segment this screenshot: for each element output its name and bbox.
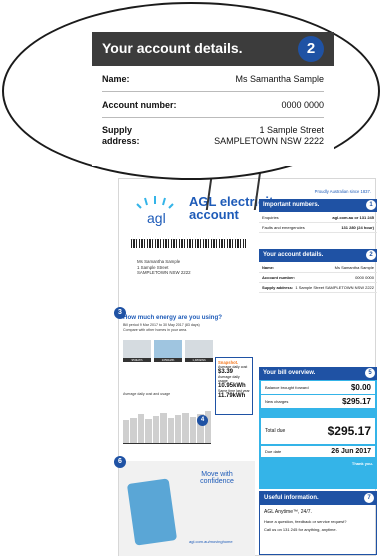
move-promo: 6 Move with confidence agl.com.au/moving…: [114, 456, 255, 556]
badge-6: 6: [114, 456, 126, 468]
bill-overview-header: Your bill overview.: [259, 367, 377, 380]
snapshot-box: Snapshot. Average daily cost $3.39 Avera…: [215, 357, 253, 415]
account-number-value: 0000 0000: [281, 100, 324, 110]
last-year-value: 11.79kWh: [218, 393, 246, 399]
useful-information: Useful information. 7 AGL Anytime™, 24/7…: [259, 491, 377, 555]
badge-3: 3: [114, 307, 126, 319]
supply-address-field: Supply address: 1 Sample Street SAMPLETO…: [102, 125, 324, 147]
info-row: Enquiries agl.com.au or 131 245: [259, 213, 377, 223]
account-number-label: Account number:: [102, 100, 177, 110]
energy-usage-section: 3 How much energy are you using? Bill pe…: [114, 307, 255, 460]
badge-5: 5: [365, 368, 375, 378]
move-title: Move with confidence: [200, 471, 234, 485]
info-row: Supply address: 1 Sample Street SAMPLETOW…: [259, 283, 377, 293]
proudly-note: Proudly Australian since 1837.: [314, 189, 371, 194]
account-number-field: Account number: 0000 0000: [102, 100, 324, 110]
bill-page: Proudly Australian since 1837. agl AGL e…: [114, 178, 377, 556]
account-details-header: Your account details.: [259, 249, 377, 262]
due-date-row: Due date 26 Jun 2017: [261, 446, 375, 457]
thank-you: Thank you.: [351, 461, 373, 466]
badge-1: 1: [366, 200, 376, 210]
card-badge: 2: [298, 36, 324, 62]
supply-address-value: 1 Sample Street SAMPLETOWN NSW 2222: [214, 125, 324, 146]
useful-header: Useful information.: [260, 492, 376, 505]
address-line: SAMPLETOWN NSW 2222: [137, 270, 191, 276]
important-numbers-header: Important numbers.: [259, 199, 377, 212]
bill-overview: Your bill overview. 5 Balance brought fo…: [259, 367, 377, 489]
important-numbers-title: Important numbers.: [263, 202, 320, 208]
move-link[interactable]: agl.com.au/movinghome: [189, 539, 233, 544]
charges-row: New charges $295.17: [261, 395, 375, 408]
divider: [102, 117, 324, 118]
useful-line-3: Call us on 131 245 for anything, anytime…: [264, 527, 337, 532]
account-details-title: Your account details.: [263, 252, 324, 258]
important-numbers-rows: Enquiries agl.com.au or 131 245 Faults an…: [259, 213, 377, 233]
balance-row: Balance brought forward $0.00: [261, 381, 375, 394]
supply-address-label: Supply address:: [102, 125, 140, 146]
bill-overview-title: Your bill overview.: [263, 370, 316, 376]
badge-4: 4: [197, 415, 208, 426]
card-header: Your account details. 2: [92, 32, 334, 66]
name-label: Name:: [102, 74, 130, 84]
house-comparison-item: 1050kWh: [154, 340, 182, 362]
agl-logo-icon: agl: [136, 196, 174, 226]
info-row: Name: Ms Samantha Sample: [259, 263, 377, 273]
account-details-rows: Name: Ms Samantha Sample Account number: 0…: [259, 263, 377, 293]
barcode: [131, 239, 246, 248]
compare-text: Compare with other homes in your area.: [123, 328, 188, 332]
name-field: Name: Ms Samantha Sample: [102, 74, 324, 84]
energy-title: How much energy are you using?: [123, 314, 223, 321]
useful-line-1: AGL Anytime™, 24/7.: [264, 509, 312, 515]
info-row: Account number: 0000 0000: [259, 273, 377, 283]
card-title: Your account details.: [102, 40, 243, 56]
house-comparison-item: 1,480kWh: [185, 340, 213, 362]
phone-image: [126, 478, 178, 546]
zoom-callout: Your account details. 2 Name: Ms Samanth…: [2, 2, 380, 180]
account-details-card: Your account details. 2 Name: Ms Samanth…: [92, 32, 334, 166]
name-value: Ms Samantha Sample: [235, 74, 324, 84]
average-label: Average daily cost and usage: [123, 392, 171, 396]
badge-2: 2: [366, 250, 376, 260]
svg-text:agl: agl: [147, 210, 166, 226]
mailing-address: Ms Samantha Sample 1 Sample Street SAMPL…: [137, 259, 191, 276]
info-row: Faults and emergencies 131 280 (24 hour): [259, 223, 377, 233]
badge-7: 7: [364, 493, 374, 503]
daily-usage-label: Average daily usage: [218, 375, 240, 383]
house-comparison: 950kWh 1050kWh 1,480kWh: [123, 340, 213, 362]
divider: [102, 91, 324, 92]
house-comparison-item: 950kWh: [123, 340, 151, 362]
total-due-row: Total due $295.17: [261, 418, 375, 444]
